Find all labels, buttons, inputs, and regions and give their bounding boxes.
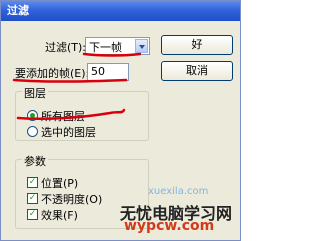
annotation-underline-all-layers (16, 108, 126, 120)
watermark-top: xuexila.com (148, 186, 209, 197)
annotation-underline-frames (12, 78, 128, 83)
watermark-url: wypcw.com (124, 218, 215, 234)
annotation-underline-filter (82, 52, 142, 57)
